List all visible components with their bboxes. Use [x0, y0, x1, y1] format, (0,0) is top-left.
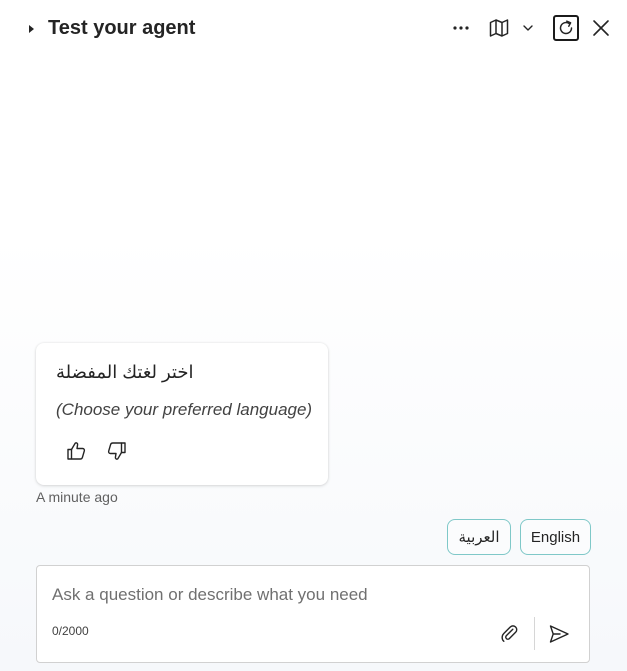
map-icon: [489, 19, 509, 37]
message-composer: 0/2000: [36, 565, 590, 663]
character-count: 0/2000: [52, 624, 89, 638]
message-input[interactable]: [52, 582, 572, 608]
suggestion-label: العربية: [458, 529, 500, 546]
send-icon: [549, 625, 569, 643]
refresh-button[interactable]: [553, 15, 579, 41]
thumbs-up-icon: [67, 442, 86, 460]
close-icon: [593, 20, 609, 36]
suggestion-label: English: [530, 528, 581, 546]
bot-message-card: اختر لغتك المفضلة (Choose your preferred…: [36, 343, 328, 485]
attach-button[interactable]: [497, 621, 523, 647]
page-title: Test your agent: [48, 17, 196, 39]
attach-icon: [501, 625, 518, 642]
close-button[interactable]: [587, 14, 615, 42]
thumbs-down-button[interactable]: [103, 437, 131, 465]
thumbs-down-icon: [107, 442, 126, 460]
composer-divider: [534, 617, 535, 650]
map-button[interactable]: [485, 14, 513, 42]
caret-right-icon[interactable]: [26, 22, 36, 34]
map-dropdown-button[interactable]: [517, 14, 539, 42]
suggestion-chip-arabic[interactable]: العربية: [447, 519, 511, 555]
refresh-icon: [559, 20, 573, 35]
chat-header: Test your agent: [0, 0, 627, 56]
thumbs-up-button[interactable]: [62, 437, 90, 465]
suggestion-chip-english[interactable]: English: [520, 519, 591, 555]
message-arabic-text: اختر لغتك المفضلة: [56, 362, 194, 382]
message-english-text: (Choose your preferred language): [56, 400, 313, 419]
more-button[interactable]: [447, 14, 475, 42]
send-button[interactable]: [545, 620, 573, 648]
chevron-down-icon: [523, 25, 533, 31]
more-icon: [453, 26, 469, 30]
message-timestamp: A minute ago: [36, 489, 118, 505]
